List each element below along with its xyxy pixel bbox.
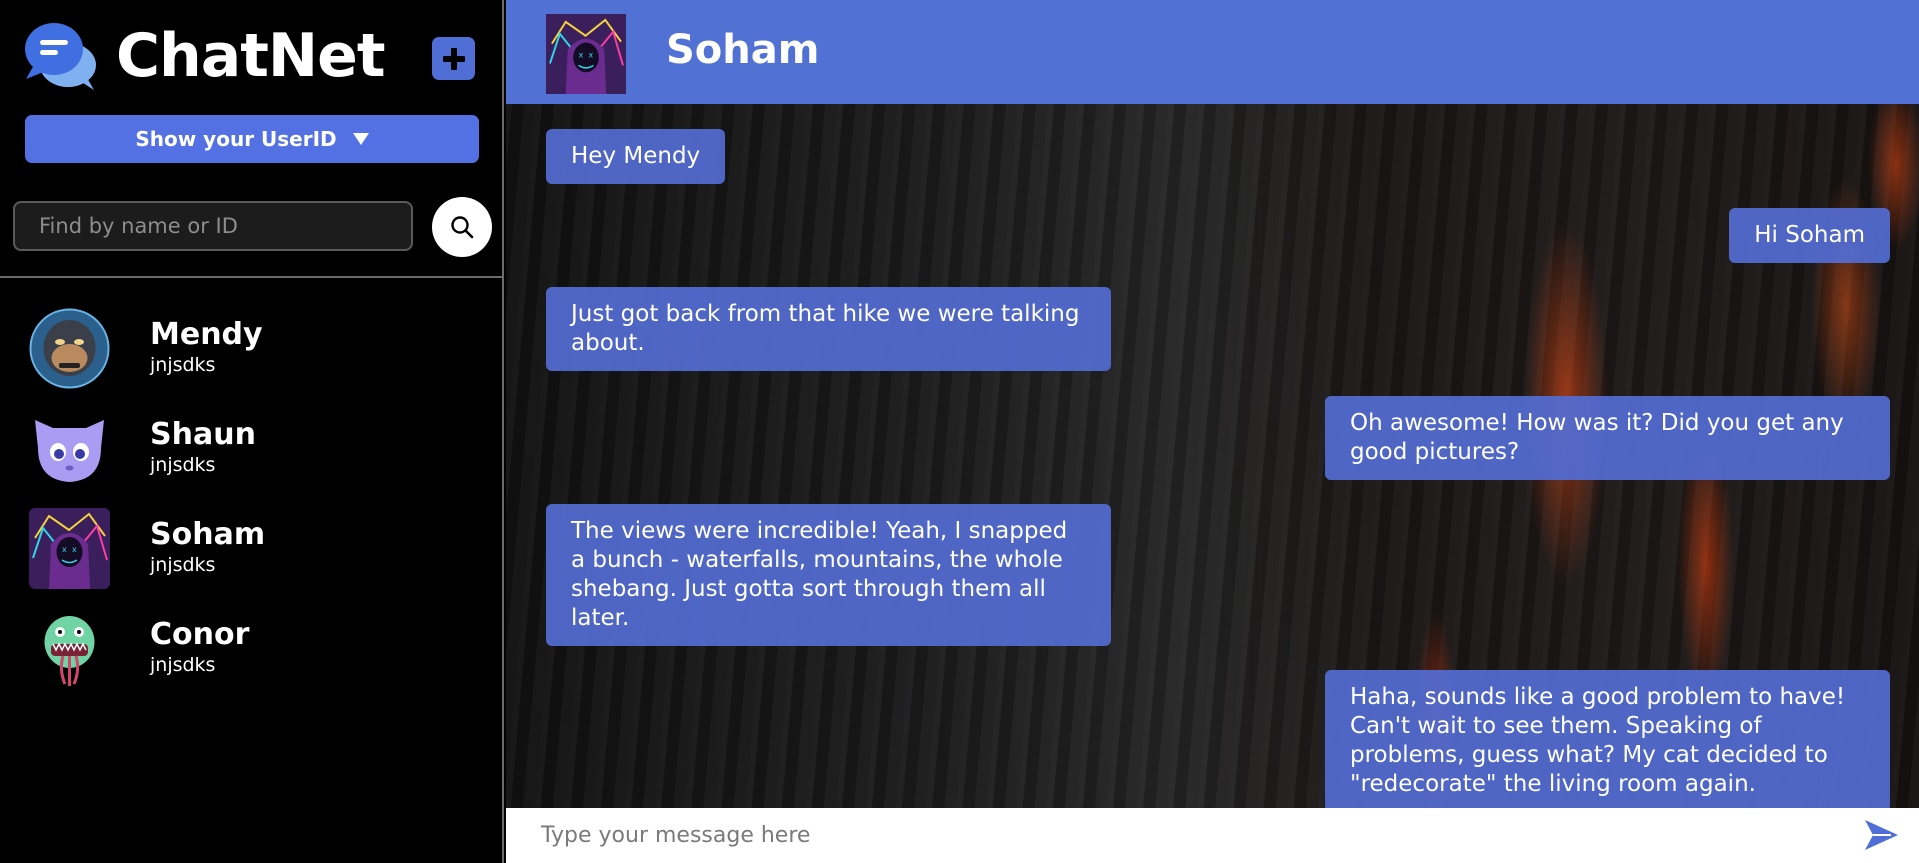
new-chat-button[interactable] [432,37,475,80]
show-userid-button[interactable]: Show your UserID [25,115,479,163]
contact-name: Shaun [150,417,256,452]
svg-text:x: x [72,545,77,554]
message-input[interactable] [526,815,1826,855]
gorilla-avatar [29,308,110,389]
contact-uid: jnjsdks [150,354,216,376]
green-monster-avatar [29,608,110,689]
send-button[interactable] [1861,817,1901,853]
search-input[interactable] [13,201,413,251]
sidebar-divider [0,276,504,278]
message-outgoing: Haha, sounds like a good problem to have… [1325,670,1890,808]
hooded-figure-avatar: x x [546,14,626,94]
contact-name: Mendy [150,317,263,352]
message-outgoing: Hi Soham [1729,208,1890,263]
search-icon [451,216,474,239]
svg-text:x: x [588,50,593,59]
send-arrow-icon [1865,820,1898,850]
chat-bubbles-logo-icon [24,21,98,91]
contact-name: Conor [150,617,250,652]
message-list: Hey Mendy Hi Soham Just got back from th… [506,104,1919,808]
sidebar: ChatNet Show your UserID Find by name or… [0,0,504,863]
svg-text:x: x [62,545,67,554]
message-incoming: Hey Mendy [546,129,726,184]
message-incoming: Just got back from that hike we were tal… [546,287,1111,371]
message-outgoing: Oh awesome! How was it? Did you get any … [1325,396,1890,480]
contact-uid: jnjsdks [150,454,216,476]
contact-uid: jnjsdks [150,554,216,576]
contact-item-conor[interactable]: Conor jnjsdks [0,598,504,698]
brand: ChatNet [24,20,386,92]
app-title: ChatNet [116,21,386,91]
purple-cat-avatar [29,408,110,489]
chat-panel: x x Soham Hey Mendy Hi Soham Just got ba… [506,0,1919,863]
composer [506,808,1919,863]
contact-item-mendy[interactable]: Mendy jnjsdks [0,298,504,398]
show-userid-label: Show your UserID [135,127,337,151]
contact-list: Mendy jnjsdks Shaun jnjsdks x x Soham jn… [0,298,504,698]
chat-header: x x Soham [506,0,1919,104]
contact-name: Soham [150,517,266,552]
caret-down-icon [352,133,369,145]
svg-text:x: x [579,50,584,59]
contact-uid: jnjsdks [150,654,216,676]
chat-title: Soham [666,27,820,73]
search-button[interactable] [432,197,492,257]
plus-icon [442,47,465,70]
message-incoming: The views were incredible! Yeah, I snapp… [546,504,1111,646]
contact-item-soham[interactable]: x x Soham jnjsdks [0,498,504,598]
contact-item-shaun[interactable]: Shaun jnjsdks [0,398,504,498]
hooded-figure-avatar: x x [29,508,110,589]
